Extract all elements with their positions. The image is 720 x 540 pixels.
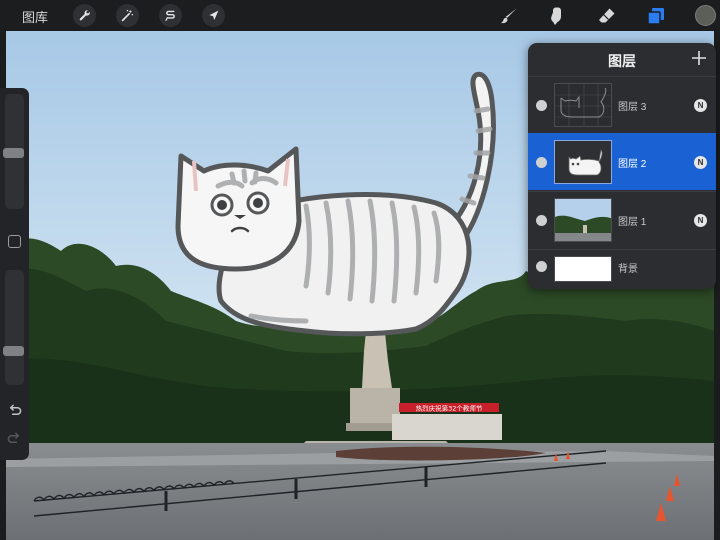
layer-row-background[interactable]: 背景 — [528, 249, 716, 283]
layer-visibility-toggle[interactable] — [536, 157, 547, 168]
blend-mode-button[interactable]: N — [694, 99, 707, 112]
smudge-icon — [551, 7, 561, 25]
brush-tool[interactable] — [498, 5, 520, 27]
layer-name: 图层 2 — [618, 159, 647, 170]
transform-button[interactable] — [202, 4, 225, 27]
layers-tool[interactable] — [645, 5, 667, 27]
layer-name: 图层 1 — [618, 217, 647, 228]
layers-icon — [647, 8, 664, 25]
smudge-tool[interactable] — [546, 5, 568, 27]
layer-name: 背景 — [618, 264, 638, 275]
banner-text: 热烈庆祝第32个教师节 — [416, 404, 483, 413]
layer-visibility-toggle[interactable] — [536, 215, 547, 226]
layer-name: 图层 3 — [618, 102, 647, 113]
redo-icon[interactable] — [7, 431, 22, 446]
color-picker-button[interactable] — [695, 5, 716, 26]
layer-visibility-toggle[interactable] — [536, 100, 547, 111]
opacity-thumb[interactable] — [3, 346, 24, 356]
layer-thumbnail — [554, 198, 612, 242]
layer-row-2[interactable]: 图层 2 N — [528, 133, 716, 190]
modify-button[interactable] — [8, 235, 21, 248]
plus-icon — [692, 51, 706, 65]
brush-size-thumb[interactable] — [3, 148, 24, 158]
layer-visibility-toggle[interactable] — [536, 261, 547, 272]
magic-wand-icon — [121, 9, 134, 22]
undo-icon[interactable] — [7, 403, 22, 418]
layer-thumbnail — [554, 83, 612, 127]
brush-icon — [501, 8, 517, 24]
layers-panel-header: 图层 — [528, 43, 716, 76]
opacity-slider[interactable] — [5, 270, 24, 385]
transform-arrow-icon — [209, 10, 219, 20]
layer-row-3[interactable]: 图层 3 N — [528, 76, 716, 133]
selection-icon — [165, 10, 175, 21]
layer-row-1[interactable]: 图层 1 N — [528, 191, 716, 248]
gallery-button[interactable]: 图库 — [22, 7, 48, 26]
top-toolbar: 图库 — [0, 0, 720, 31]
selection-button[interactable] — [159, 4, 182, 27]
adjustments-button[interactable] — [116, 4, 139, 27]
layer-thumbnail — [554, 140, 612, 184]
blend-mode-button[interactable]: N — [694, 214, 707, 227]
layers-panel: 图层 图层 3 N 图层 2 N 图层 1 N 背景 — [528, 43, 716, 289]
layers-panel-title: 图层 — [608, 53, 636, 69]
eraser-tool[interactable] — [596, 5, 618, 27]
wrench-icon — [79, 10, 90, 21]
layer-thumbnail — [554, 256, 612, 282]
left-sidebar — [0, 88, 29, 460]
add-layer-button[interactable] — [690, 49, 708, 67]
blend-mode-button[interactable]: N — [694, 156, 707, 169]
actions-button[interactable] — [73, 4, 96, 27]
eraser-icon — [599, 8, 615, 23]
